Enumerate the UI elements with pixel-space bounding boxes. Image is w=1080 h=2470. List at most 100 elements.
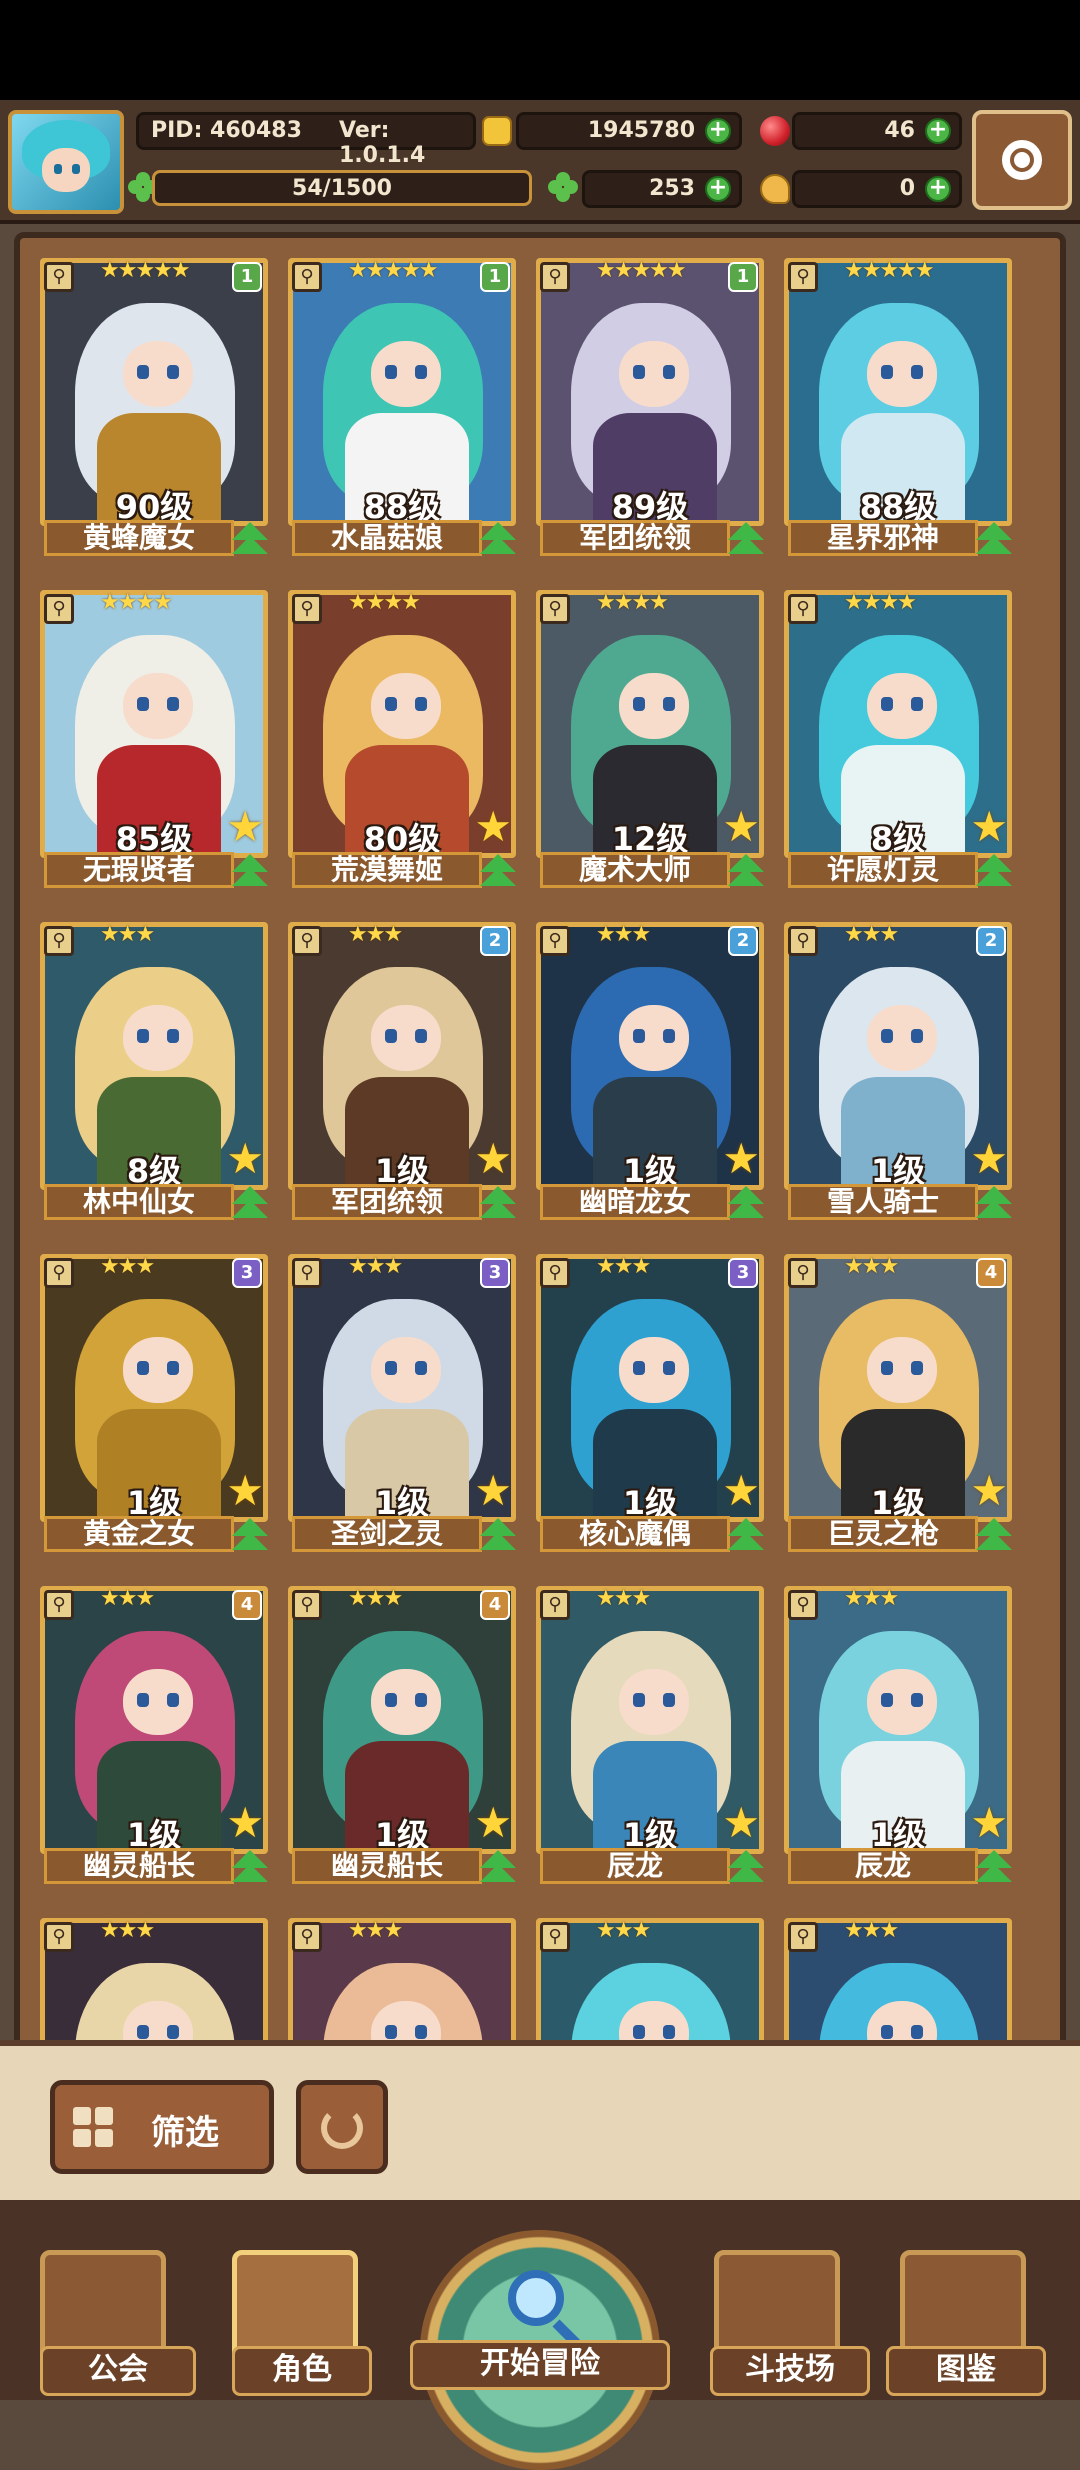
add-clover-plus-icon[interactable]: +: [705, 176, 731, 202]
level-up-arrow-icon[interactable]: [480, 1518, 516, 1554]
character-card[interactable]: ⚲ ★★★★ 80级 ★ 荒漠舞姬: [288, 590, 516, 896]
level-up-arrow-icon[interactable]: [976, 1518, 1012, 1554]
character-card[interactable]: ⚲ ★★★: [536, 1918, 764, 2048]
player-avatar[interactable]: [8, 110, 124, 214]
filter-button[interactable]: 筛选: [50, 2080, 274, 2174]
class-type-icon: ⚲: [292, 1258, 322, 1288]
nav-arena-label: 斗技场: [710, 2346, 870, 2396]
character-card[interactable]: ⚲ ★★★★ 12级 ★ 魔术大师: [536, 590, 764, 896]
stamina-text: 54/1500: [292, 176, 392, 201]
character-card[interactable]: ⚲ ★★★ 2 1级 ★ 军团统领: [288, 922, 516, 1228]
refresh-button[interactable]: [296, 2080, 388, 2174]
character-card[interactable]: ⚲ ★★★★ 8级 ★ 许愿灯灵: [784, 590, 1012, 896]
star-upgrade-icon: ★: [722, 802, 760, 851]
star-upgrade-icon: ★: [970, 1134, 1008, 1183]
level-up-arrow-icon[interactable]: [232, 854, 268, 890]
class-type-icon: ⚲: [44, 1922, 74, 1952]
class-type-icon: ⚲: [44, 926, 74, 956]
level-up-arrow-icon[interactable]: [728, 522, 764, 558]
rank-badge: 1: [480, 262, 510, 292]
character-card[interactable]: ⚲ ★★★ 2 1级 ★ 幽暗龙女: [536, 922, 764, 1228]
level-up-arrow-icon[interactable]: [728, 1850, 764, 1886]
gold-value: 1945780: [587, 118, 695, 143]
character-name: 核心魔偶: [540, 1516, 730, 1552]
class-type-icon: ⚲: [540, 1922, 570, 1952]
character-name: 巨灵之枪: [788, 1516, 978, 1552]
star-rating: ★★★: [348, 1586, 403, 1611]
star-rating: ★★★★★: [100, 258, 191, 283]
character-card[interactable]: ⚲ ★★★★★ 1 88级 水晶菇娘: [288, 258, 516, 564]
character-name: 无瑕贤者: [44, 852, 234, 888]
level-up-arrow-icon[interactable]: [976, 522, 1012, 558]
gem-bar: 46 +: [792, 112, 962, 150]
star-upgrade-icon: ★: [226, 802, 264, 851]
level-up-arrow-icon[interactable]: [480, 1186, 516, 1222]
star-upgrade-icon: ★: [722, 1466, 760, 1515]
rank-badge: 1: [232, 262, 262, 292]
star-rating: ★★★: [596, 1254, 651, 1279]
level-up-arrow-icon[interactable]: [480, 522, 516, 558]
character-name: 黄金之女: [44, 1516, 234, 1552]
character-card[interactable]: ⚲ ★★★ 3 1级 ★ 圣剑之灵: [288, 1254, 516, 1560]
star-rating: ★★★★★: [348, 258, 439, 283]
star-upgrade-icon: ★: [226, 1134, 264, 1183]
star-upgrade-icon: ★: [474, 1466, 512, 1515]
version-text: Ver: 1.0.1.4: [339, 118, 426, 168]
character-card[interactable]: ⚲ ★★★ 3 1级 ★ 核心魔偶: [536, 1254, 764, 1560]
level-up-arrow-icon[interactable]: [976, 1186, 1012, 1222]
character-card[interactable]: ⚲ ★★★ 4 1级 ★ 幽灵船长: [40, 1586, 268, 1892]
character-card[interactable]: ⚲ ★★★★★ 88级 星界邪神: [784, 258, 1012, 564]
class-type-icon: ⚲: [788, 926, 818, 956]
level-up-arrow-icon[interactable]: [728, 1518, 764, 1554]
level-up-arrow-icon[interactable]: [728, 854, 764, 890]
character-card[interactable]: ⚲ ★★★ 1级 ★ 辰龙: [536, 1586, 764, 1892]
level-up-arrow-icon[interactable]: [232, 1518, 268, 1554]
class-type-icon: ⚲: [540, 926, 570, 956]
pid-text: PID: 460483: [151, 118, 302, 143]
character-card[interactable]: ⚲ ★★★ 3 1级 ★ 黄金之女: [40, 1254, 268, 1560]
nav-adventure-label: 开始冒险: [410, 2340, 670, 2390]
level-up-arrow-icon[interactable]: [232, 522, 268, 558]
star-rating: ★★★★: [596, 590, 669, 615]
character-card[interactable]: ⚲ ★★★ 2 1级 ★ 雪人骑士: [784, 922, 1012, 1228]
character-name: 黄蜂魔女: [44, 520, 234, 556]
character-card[interactable]: ⚲ ★★★ 8级 ★ 林中仙女: [40, 922, 268, 1228]
level-up-arrow-icon[interactable]: [232, 1850, 268, 1886]
add-gem-plus-icon[interactable]: +: [925, 118, 951, 144]
character-card[interactable]: ⚲ ★★★ 4 1级 ★ 巨灵之枪: [784, 1254, 1012, 1560]
character-card[interactable]: ⚲ ★★★★★ 1 90级 黄蜂魔女: [40, 258, 268, 564]
filter-label: 筛选: [151, 2113, 219, 2153]
start-adventure-button[interactable]: 开始冒险: [410, 2230, 670, 2470]
settings-button[interactable]: [972, 110, 1072, 210]
rank-badge: 2: [480, 926, 510, 956]
level-up-arrow-icon[interactable]: [976, 854, 1012, 890]
class-type-icon: ⚲: [292, 262, 322, 292]
level-up-arrow-icon[interactable]: [232, 1186, 268, 1222]
star-upgrade-icon: ★: [474, 802, 512, 851]
level-up-arrow-icon[interactable]: [728, 1186, 764, 1222]
star-upgrade-icon: ★: [474, 1134, 512, 1183]
rank-badge: 3: [480, 1258, 510, 1288]
add-fragment-plus-icon[interactable]: +: [925, 176, 951, 202]
character-portrait: [536, 1918, 764, 2048]
level-up-arrow-icon[interactable]: [976, 1850, 1012, 1886]
character-card[interactable]: ⚲ ★★★★★ 1 89级 军团统领: [536, 258, 764, 564]
character-card[interactable]: ⚲ ★★★ 1级 ★ 辰龙: [784, 1586, 1012, 1892]
character-card[interactable]: ⚲ ★★★★ 85级 ★ 无瑕贤者: [40, 590, 268, 896]
class-type-icon: ⚲: [44, 1590, 74, 1620]
character-grid[interactable]: ⚲ ★★★★★ 1 90级 黄蜂魔女 ⚲ ★★★★★ 1 88级 水晶菇娘 ⚲ ★★★★★ 1 89级 军团…: [40, 258, 1040, 2048]
add-gold-plus-icon[interactable]: +: [705, 118, 731, 144]
star-upgrade-icon: ★: [722, 1134, 760, 1183]
star-upgrade-icon: ★: [474, 1798, 512, 1847]
red-gem-icon: [760, 116, 790, 146]
level-up-arrow-icon[interactable]: [480, 854, 516, 890]
gold-coin-icon: [482, 116, 512, 146]
star-rating: ★★★: [348, 922, 403, 947]
character-card[interactable]: ⚲ ★★★ 4 1级 ★ 幽灵船长: [288, 1586, 516, 1892]
level-up-arrow-icon[interactable]: [480, 1850, 516, 1886]
rank-badge: 2: [728, 926, 758, 956]
star-rating: ★★★: [596, 1918, 651, 1943]
character-card[interactable]: ⚲ ★★★: [784, 1918, 1012, 2048]
character-card[interactable]: ⚲ ★★★: [288, 1918, 516, 2048]
character-card[interactable]: ⚲ ★★★: [40, 1918, 268, 2048]
